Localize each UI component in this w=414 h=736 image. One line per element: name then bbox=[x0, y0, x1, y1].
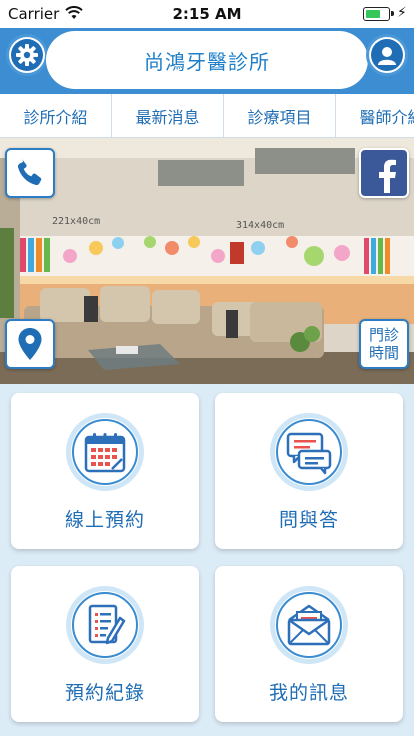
online-booking-label: 線上預約 bbox=[64, 509, 145, 531]
waiting-room-illustration bbox=[0, 138, 414, 384]
phone-icon bbox=[17, 159, 42, 186]
clock-time: 2:15 AM bbox=[172, 5, 242, 23]
clinic-hours-button[interactable]: 門診 時間 bbox=[359, 319, 409, 369]
battery-icon bbox=[363, 7, 394, 21]
app-header: 尚鴻牙醫診所 bbox=[0, 28, 414, 94]
location-button[interactable] bbox=[5, 319, 55, 369]
wall-sign-left: 221x40cm bbox=[52, 216, 101, 227]
chat-bubbles-icon bbox=[286, 432, 332, 475]
my-messages-label: 我的訊息 bbox=[268, 682, 349, 704]
charging-bolt-icon: ⚡ bbox=[397, 5, 407, 21]
envelope-icon bbox=[287, 604, 331, 646]
status-bar: Carrier 2:15 AM ⚡ bbox=[0, 0, 414, 28]
faq-label: 問與答 bbox=[278, 509, 339, 531]
clinic-banner-photo: 221x40cm 314x40cm 門診 時間 bbox=[0, 138, 414, 384]
call-button[interactable] bbox=[5, 148, 55, 198]
hours-label-line1: 門診 bbox=[368, 326, 399, 344]
settings-button[interactable] bbox=[6, 34, 48, 76]
user-icon bbox=[371, 39, 403, 71]
tab-clinic-intro[interactable]: 診所介紹 bbox=[0, 94, 112, 137]
my-messages-card[interactable]: 我的訊息 bbox=[215, 566, 403, 722]
map-pin-icon bbox=[18, 328, 42, 360]
tab-doctors[interactable]: 醫師介紹 bbox=[336, 94, 414, 137]
booking-records-label: 預約紀錄 bbox=[64, 682, 145, 704]
booking-records-card[interactable]: 預約紀錄 bbox=[11, 566, 199, 722]
wall-sign-right: 314x40cm bbox=[236, 220, 285, 231]
online-booking-card[interactable]: 線上預約 bbox=[11, 393, 199, 549]
category-tabs: 診所介紹 最新消息 診療項目 醫師介紹 bbox=[0, 94, 414, 138]
app-screen: Carrier 2:15 AM ⚡ 尚鴻牙醫診所 診所介紹 最新消息 診療項目 … bbox=[0, 0, 414, 736]
tab-latest-news[interactable]: 最新消息 bbox=[112, 94, 224, 137]
hours-label-line2: 時間 bbox=[368, 344, 399, 362]
calendar-icon bbox=[84, 433, 126, 473]
facebook-icon bbox=[379, 159, 396, 193]
tab-treatments[interactable]: 診療項目 bbox=[224, 94, 336, 137]
faq-card[interactable]: 問與答 bbox=[215, 393, 403, 549]
clinic-title: 尚鴻牙醫診所 bbox=[46, 31, 368, 89]
notepad-pencil-icon bbox=[88, 604, 126, 645]
facebook-button[interactable] bbox=[359, 148, 409, 198]
profile-button[interactable] bbox=[366, 34, 408, 76]
gear-icon bbox=[11, 39, 43, 71]
